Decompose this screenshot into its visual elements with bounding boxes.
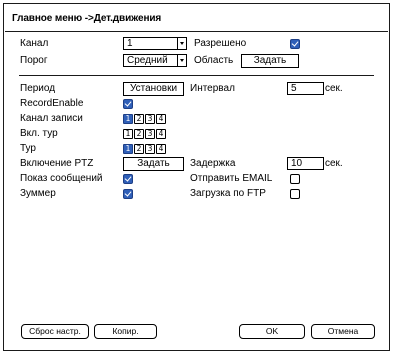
copy-button[interactable]: Копир. bbox=[94, 324, 157, 339]
channel-toggle-4[interactable]: 4 bbox=[156, 144, 166, 154]
threshold-label: Порог bbox=[20, 55, 48, 66]
channel-toggle-1[interactable]: 1 bbox=[123, 144, 133, 154]
record-enable-checkbox[interactable] bbox=[123, 99, 133, 109]
ftp-upload-checkbox[interactable] bbox=[290, 189, 300, 199]
chevron-down-icon[interactable] bbox=[177, 37, 187, 50]
interval-input[interactable]: 5 bbox=[287, 82, 324, 95]
show-message-checkbox[interactable] bbox=[123, 174, 133, 184]
record-channel-selector: 1234 bbox=[123, 114, 166, 124]
ptz-set-button[interactable]: Задать bbox=[123, 157, 184, 171]
send-email-label: Отправить EMAIL bbox=[190, 173, 273, 184]
interval-unit: сек. bbox=[325, 83, 343, 94]
interval-label: Интервал bbox=[190, 83, 235, 94]
delay-label: Задержка bbox=[190, 158, 236, 169]
buzzer-checkbox[interactable] bbox=[123, 189, 133, 199]
tour-enable-channel-selector: 1234 bbox=[123, 129, 166, 139]
cancel-button[interactable]: Отмена bbox=[311, 324, 375, 339]
tour-channel-selector: 1234 bbox=[123, 144, 166, 154]
delay-unit: сек. bbox=[325, 158, 343, 169]
chevron-down-icon[interactable] bbox=[177, 54, 187, 67]
channel-toggle-2[interactable]: 2 bbox=[134, 129, 144, 139]
dialog-title: Главное меню ->Дет.движения bbox=[12, 13, 162, 24]
record-channel-label: Канал записи bbox=[20, 113, 83, 124]
tour-label: Тур bbox=[20, 143, 36, 154]
period-settings-button[interactable]: Установки bbox=[123, 82, 184, 96]
threshold-select-value: Средний bbox=[127, 55, 168, 66]
area-label: Область bbox=[194, 55, 234, 66]
ptz-label: Включение PTZ bbox=[20, 158, 94, 169]
send-email-checkbox[interactable] bbox=[290, 174, 300, 184]
channel-select-value: 1 bbox=[127, 38, 133, 49]
tour-enable-label: Вкл. тур bbox=[20, 128, 58, 139]
reset-settings-button[interactable]: Сброс настр. bbox=[21, 324, 89, 339]
buzzer-label: Зуммер bbox=[20, 188, 56, 199]
motion-detection-dialog: Главное меню ->Дет.движения Канал 1 Разр… bbox=[3, 3, 390, 351]
ftp-upload-label: Загрузка по FTP bbox=[190, 188, 266, 199]
enabled-checkbox[interactable] bbox=[290, 39, 300, 49]
title-separator bbox=[5, 31, 388, 32]
show-message-label: Показ сообщений bbox=[20, 173, 103, 184]
channel-toggle-3[interactable]: 3 bbox=[145, 114, 155, 124]
channel-toggle-3[interactable]: 3 bbox=[145, 144, 155, 154]
area-set-button[interactable]: Задать bbox=[241, 54, 299, 68]
channel-select[interactable]: 1 bbox=[123, 37, 187, 50]
ok-button[interactable]: OK bbox=[239, 324, 305, 339]
channel-toggle-4[interactable]: 4 bbox=[156, 114, 166, 124]
channel-toggle-2[interactable]: 2 bbox=[134, 114, 144, 124]
period-label: Период bbox=[20, 83, 56, 94]
channel-toggle-1[interactable]: 1 bbox=[123, 114, 133, 124]
delay-input[interactable]: 10 bbox=[287, 157, 324, 170]
channel-toggle-1[interactable]: 1 bbox=[123, 129, 133, 139]
record-enable-label: RecordEnable bbox=[20, 98, 84, 109]
enabled-label: Разрешено bbox=[194, 38, 247, 49]
threshold-select[interactable]: Средний bbox=[123, 54, 187, 67]
channel-toggle-3[interactable]: 3 bbox=[145, 129, 155, 139]
section-separator bbox=[19, 75, 374, 76]
channel-toggle-2[interactable]: 2 bbox=[134, 144, 144, 154]
channel-toggle-4[interactable]: 4 bbox=[156, 129, 166, 139]
channel-label: Канал bbox=[20, 38, 49, 49]
